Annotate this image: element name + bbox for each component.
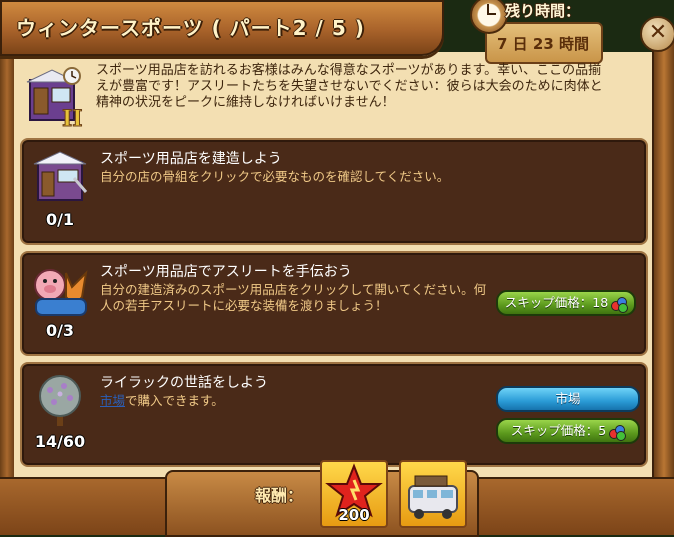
quest-description: スポーツ用品店を訪れるお客様はみんな得意なスポーツがあります。幸い、ここの品揃え…	[96, 63, 603, 110]
task-progress: 0/1	[45, 210, 75, 229]
gems-icon	[611, 296, 629, 313]
quest-window: ウィンタースポーツ ( パート2 / 5 ) 残り時間： 7 日 23 時間 ✕…	[0, 0, 674, 537]
gems-icon	[609, 424, 627, 441]
task-description: 自分の店の骨組をクリックで必要なものを確認してください。	[100, 169, 450, 184]
task-title: ライラックの世話をしよう	[100, 375, 268, 391]
reward-value: 200	[338, 506, 370, 524]
sports-shop-icon	[30, 148, 92, 206]
timer-label: 残り時間：	[505, 2, 581, 20]
close-button[interactable]: ✕	[640, 16, 674, 52]
title-bar: ウィンタースポーツ ( パート2 / 5 )	[0, 0, 444, 56]
task-description: 市場で購入できます。	[100, 393, 480, 409]
reward-item-camper	[399, 460, 467, 528]
athletes-icon	[30, 261, 92, 319]
task-description-text: で購入できます。	[125, 393, 224, 408]
camper-van-icon	[408, 475, 458, 519]
wood-frame-right	[652, 38, 674, 478]
skip-button[interactable]: スキップ価格：18	[496, 290, 636, 316]
sports-shop-part2-icon: II	[24, 66, 86, 133]
svg-text:II: II	[62, 106, 83, 130]
timer-value: 7 日 23 時間	[497, 35, 589, 53]
task-description: 自分の建造済みのスポーツ用品店をクリックして開いてください。何人の若手アスリート…	[100, 282, 487, 313]
skip-button-label: スキップ価格：5	[510, 423, 607, 438]
reward-item-experience: 200	[320, 460, 388, 528]
task-title: スポーツ用品店でアスリートを手伝おう	[100, 264, 352, 280]
market-button[interactable]: 市場	[496, 386, 640, 412]
quest-title: ウィンタースポーツ ( パート2 / 5 )	[16, 16, 365, 40]
task-row: 14/60 ライラックの世話をしよう 市場で購入できます。 市場 スキップ価格：…	[20, 362, 648, 467]
close-icon: ✕	[648, 20, 668, 45]
market-button-label: 市場	[555, 391, 581, 406]
market-link[interactable]: 市場	[100, 393, 125, 408]
task-progress: 0/3	[45, 321, 75, 340]
skip-button-label: スキップ価格：18	[504, 295, 609, 310]
lilac-bush-icon	[30, 372, 92, 430]
task-progress: 14/60	[34, 432, 86, 451]
task-row: 0/3 スポーツ用品店でアスリートを手伝おう 自分の建造済みのスポーツ用品店をク…	[20, 251, 648, 356]
task-row: 0/1 スポーツ用品店を建造しよう 自分の店の骨組をクリックで必要なものを確認し…	[20, 138, 648, 245]
skip-button[interactable]: スキップ価格：5	[496, 418, 640, 444]
task-title: スポーツ用品店を建造しよう	[100, 151, 282, 167]
reward-label: 報酬：	[255, 486, 304, 505]
